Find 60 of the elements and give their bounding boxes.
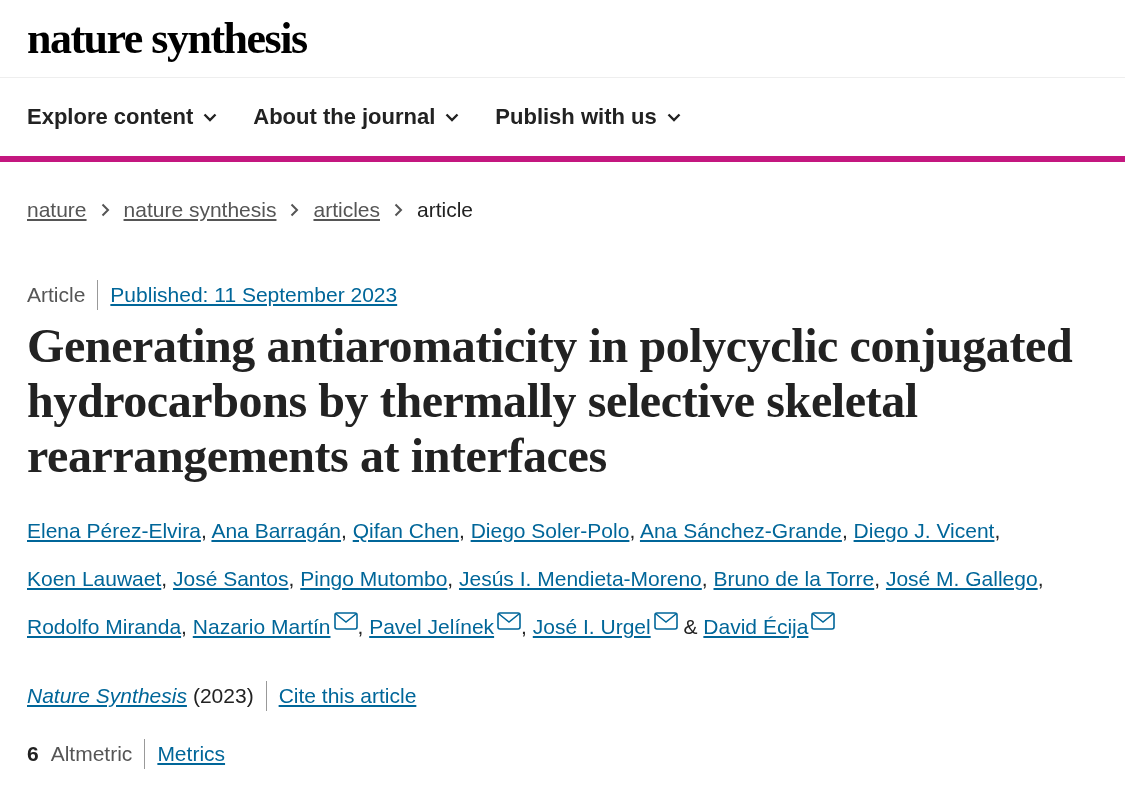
author-separator: & xyxy=(682,615,698,638)
author-separator: , xyxy=(447,567,454,590)
author-link[interactable]: Pingo Mutombo xyxy=(300,567,448,590)
author-link[interactable]: Bruno de la Torre xyxy=(713,567,875,590)
chevron-right-icon xyxy=(290,203,300,217)
author-separator: , xyxy=(200,519,207,542)
chevron-right-icon xyxy=(394,203,403,217)
author-separator: , xyxy=(841,519,848,542)
chevron-down-icon xyxy=(445,112,460,122)
breadcrumb-link[interactable]: nature synthesis xyxy=(123,198,277,222)
author-separator: , xyxy=(629,519,636,542)
author-link[interactable]: Ana Barragán xyxy=(211,519,342,542)
author-link[interactable]: Jesús I. Mendieta-Moreno xyxy=(459,567,702,590)
author-separator: , xyxy=(288,567,295,590)
chevron-down-icon xyxy=(666,112,681,122)
author-link[interactable]: Elena Pérez-Elvira xyxy=(27,519,201,542)
author-link[interactable]: Koen Lauwaet xyxy=(27,567,162,590)
mail-icon[interactable] xyxy=(811,612,836,630)
author-link[interactable]: José Santos xyxy=(172,567,289,590)
author-link[interactable]: David Écija xyxy=(703,615,809,638)
author-link[interactable]: Nazario Martín xyxy=(192,615,331,638)
author-link[interactable]: José I. Urgel xyxy=(532,615,651,638)
nav-menu-button[interactable]: About the journal xyxy=(253,104,460,130)
author-link[interactable]: Ana Sánchez-Grande xyxy=(639,519,842,542)
author-link[interactable]: Qifan Chen xyxy=(352,519,459,542)
author-separator: , xyxy=(994,519,1001,542)
author-link[interactable]: Pavel Jelínek xyxy=(369,615,495,638)
journal-logo[interactable]: nature synthesis xyxy=(27,13,307,64)
chevron-right-icon xyxy=(100,203,110,217)
chevron-down-icon xyxy=(203,112,218,122)
altmetric-label: Altmetric xyxy=(50,739,146,769)
author-link[interactable]: José M. Gallego xyxy=(885,567,1038,590)
author-link[interactable]: Diego J. Vicent xyxy=(853,519,995,542)
breadcrumb-link[interactable]: nature xyxy=(27,198,87,222)
author-separator: , xyxy=(1037,567,1044,590)
mail-icon[interactable] xyxy=(653,612,678,630)
author-separator: , xyxy=(181,615,187,638)
breadcrumb-current: article xyxy=(417,198,474,222)
breadcrumb-link[interactable]: articles xyxy=(313,198,380,222)
author-separator: , xyxy=(341,519,347,542)
article-type: Article xyxy=(27,280,99,310)
author-link[interactable]: Diego Soler-Polo xyxy=(470,519,630,542)
mail-icon[interactable] xyxy=(333,612,358,630)
publication-year: (2023) xyxy=(192,681,267,711)
metrics-link[interactable]: Metrics xyxy=(157,742,226,766)
author-separator: , xyxy=(161,567,168,590)
author-separator: , xyxy=(521,615,527,638)
mail-icon[interactable] xyxy=(497,612,522,630)
nav-menu-button[interactable]: Publish with us xyxy=(495,104,681,130)
author-separator: , xyxy=(701,567,708,590)
published-date-link[interactable]: Published: 11 September 2023 xyxy=(110,283,398,307)
nav-menu-button[interactable]: Explore content xyxy=(27,104,218,130)
article-title: Generating antiaromaticity in polycyclic conjugated hydrocarbons by thermally selective skeletal rearrangements at interfaces xyxy=(27,318,1074,483)
author-separator: , xyxy=(874,567,881,590)
journal-link[interactable]: Nature Synthesis xyxy=(27,684,187,708)
author-separator: , xyxy=(357,615,364,638)
author-separator: , xyxy=(458,519,465,542)
altmetric-count: 6 xyxy=(27,742,39,766)
author-link[interactable]: Rodolfo Miranda xyxy=(27,615,182,638)
cite-link[interactable]: Cite this article xyxy=(278,684,417,708)
